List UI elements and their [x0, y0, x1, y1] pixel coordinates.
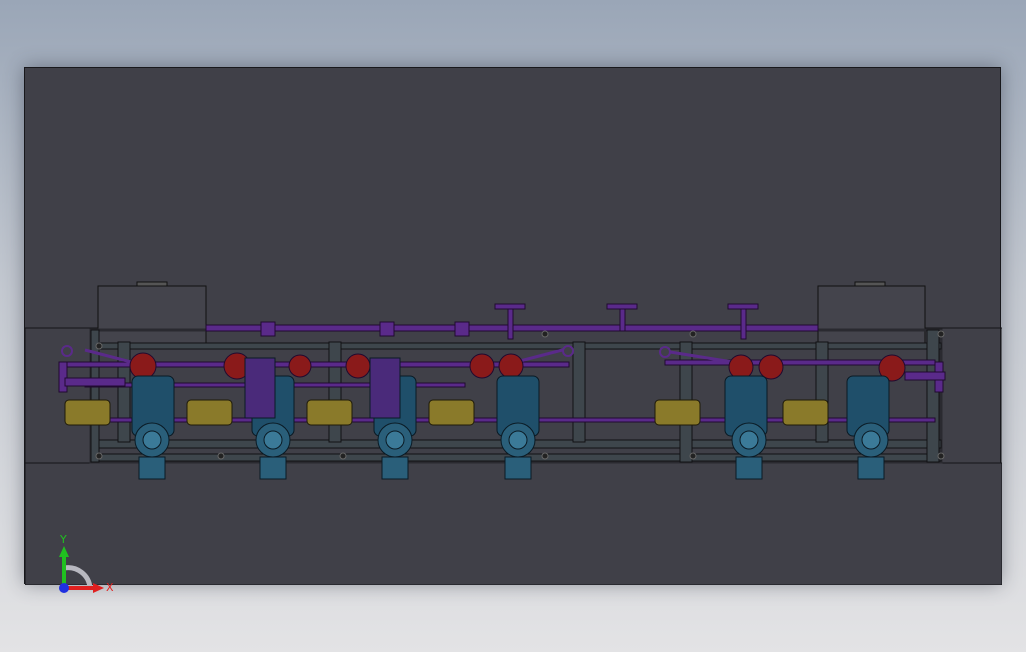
header-pipe [205, 303, 819, 340]
base-slab [25, 462, 1002, 585]
graphics-viewport[interactable] [24, 67, 1002, 585]
x-axis-label: X [106, 581, 114, 594]
z-axis-dot [59, 583, 69, 593]
axis-triad: Y X [59, 533, 114, 594]
assembly-model[interactable] [25, 68, 1002, 585]
y-axis-label: Y [59, 533, 67, 546]
control-box-left [97, 285, 207, 345]
control-box-right [817, 285, 926, 345]
